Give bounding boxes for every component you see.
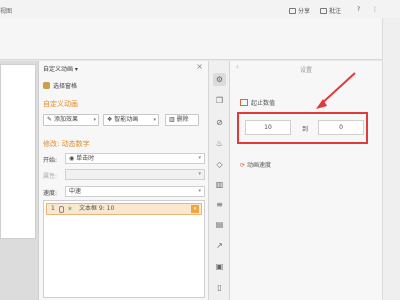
share-icon bbox=[289, 8, 296, 14]
chevron-down-icon: ▾ bbox=[153, 117, 156, 123]
pencil-icon: ✎ bbox=[47, 116, 54, 123]
panel-icon[interactable]: ▯ bbox=[213, 281, 226, 294]
eraser-icon[interactable]: ◇ bbox=[213, 158, 226, 171]
chevron-down-icon: ▾ bbox=[93, 117, 96, 123]
comment-icon bbox=[320, 8, 327, 14]
mouse-icon bbox=[59, 206, 64, 213]
chevron-down-icon[interactable]: ▾ bbox=[191, 205, 199, 213]
fill-bucket-icon[interactable]: ♨ bbox=[213, 137, 226, 150]
custom-animation-panel: 自定义动画 ▾ × 选择窗格 自定义动画 ✎ 添加效果 ▾ ❖ 智能动画 ▾ ▥ 删… bbox=[38, 61, 208, 300]
side-toolstrip: ⚙ ❐ ⊘ ♨ ◇ ▥ ≡ ▤ ↗ ▣ ▯ bbox=[208, 61, 230, 300]
help-button[interactable]: ? bbox=[357, 6, 360, 13]
animation-button-row: ✎ 添加效果 ▾ ❖ 智能动画 ▾ ▥ 删除 bbox=[43, 114, 205, 127]
section-modify: 修改: 动态数字 bbox=[43, 140, 90, 148]
chart-icon[interactable]: ▥ bbox=[213, 178, 226, 191]
effect-star-icon: ✶ bbox=[67, 205, 73, 213]
chevron-down-icon: ▾ bbox=[198, 188, 201, 194]
trash-icon: ▥ bbox=[169, 116, 177, 123]
delete-button[interactable]: ▥ 删除 bbox=[165, 114, 199, 126]
chevron-down-icon: ▾ bbox=[198, 155, 201, 161]
smart-animation-button[interactable]: ❖ 智能动画 ▾ bbox=[103, 114, 159, 126]
document-icon[interactable]: ▤ bbox=[213, 218, 226, 231]
start-select[interactable]: ◉ 单击时 ▾ bbox=[65, 153, 205, 164]
close-icon[interactable]: × bbox=[196, 62, 203, 71]
section-custom-animation: 自定义动画 bbox=[43, 100, 78, 108]
animation-list: 1 ✶ 文本框 9: 10 ▾ bbox=[43, 200, 205, 298]
chevron-down-icon: ▾ bbox=[198, 171, 201, 177]
selection-pane-icon bbox=[43, 82, 50, 89]
animation-list-item[interactable]: 1 ✶ 文本框 9: 10 ▾ bbox=[46, 203, 202, 215]
shapes-icon[interactable]: ⊘ bbox=[213, 116, 226, 129]
right-scrollbar[interactable] bbox=[382, 18, 400, 300]
property-select: ▾ bbox=[65, 169, 205, 180]
sliders-icon[interactable]: ≡ bbox=[213, 198, 226, 211]
ribbon-tab-view[interactable]: 视图 bbox=[0, 6, 12, 15]
panel-header: 自定义动画 ▾ × bbox=[39, 61, 209, 73]
ribbon-toolbar bbox=[0, 18, 400, 60]
copy-icon[interactable]: ❐ bbox=[213, 94, 226, 107]
start-label: 开始: bbox=[43, 157, 58, 164]
share-button[interactable]: 分享 bbox=[289, 6, 310, 15]
panel-title[interactable]: 自定义动画 ▾ bbox=[43, 64, 78, 73]
selection-pane-button[interactable]: 选择窗格 bbox=[43, 81, 77, 90]
animation-speed-row[interactable]: ⟳ 动画速度 bbox=[240, 160, 271, 169]
more-menu-button[interactable]: ⋮ bbox=[372, 6, 378, 13]
slide-page[interactable] bbox=[0, 64, 36, 239]
add-effect-button[interactable]: ✎ 添加效果 ▾ bbox=[43, 114, 99, 126]
annotation-arrow-icon bbox=[316, 72, 356, 109]
layout-icon[interactable]: ▣ bbox=[213, 260, 226, 273]
speed-select[interactable]: 中速 ▾ bbox=[65, 186, 205, 197]
title-bar: 视图 分享 批注 ? ⋮ bbox=[0, 0, 400, 18]
speed-icon: ⟳ bbox=[240, 162, 247, 169]
speed-label: 速度: bbox=[43, 190, 58, 197]
settings-gear-icon[interactable]: ⚙ bbox=[213, 73, 226, 86]
settings-panel: ‹ 设置 起止数值 10 到 0 ⟳ 动画速度 bbox=[230, 61, 382, 300]
property-label: 属性: bbox=[43, 173, 58, 180]
export-icon[interactable]: ↗ bbox=[213, 239, 226, 252]
comment-button[interactable]: 批注 bbox=[320, 6, 341, 15]
